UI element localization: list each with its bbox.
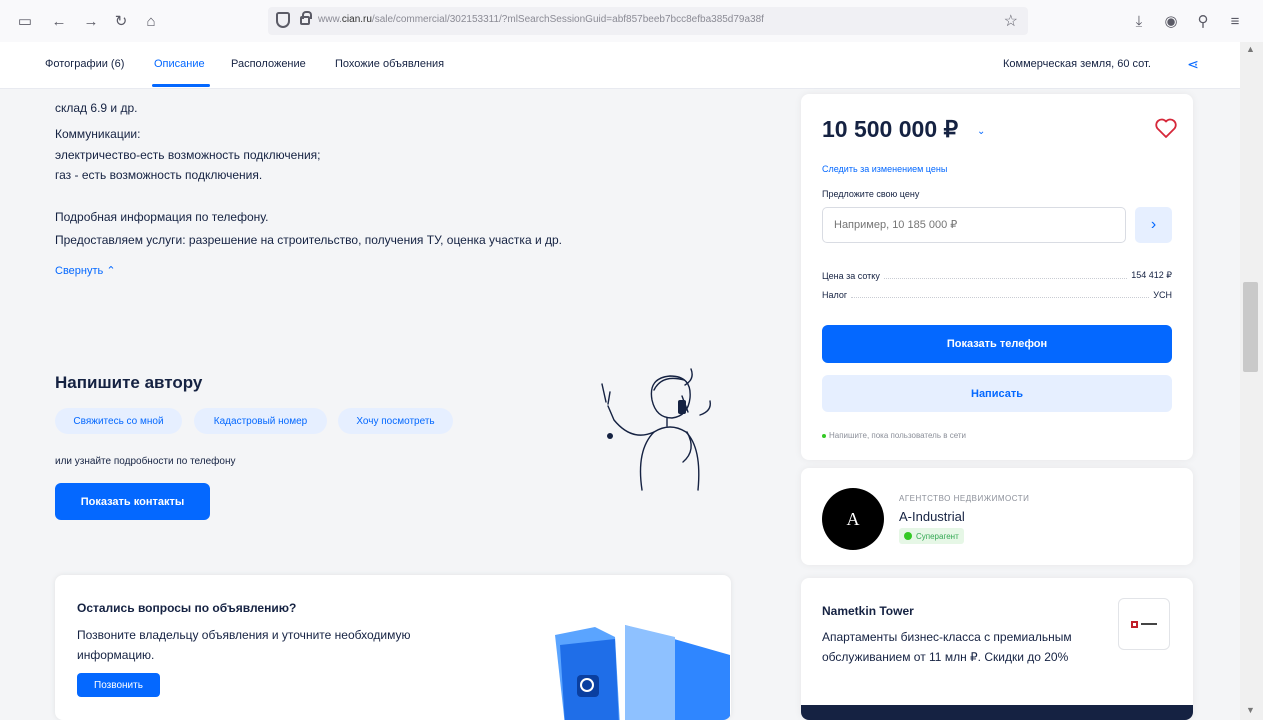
logo-mark (1131, 620, 1138, 628)
shield-icon[interactable] (276, 12, 290, 28)
browser-toolbar: ▭ ← → ↻ ⌂ www.cian.ru/sale/commercial/30… (0, 0, 1263, 43)
lock-icon[interactable] (300, 11, 312, 25)
row-label: Цена за сотку (822, 271, 880, 281)
row-value: 154 412 ₽ (1131, 270, 1172, 280)
offer-price-label: Предложите свою цену (822, 189, 920, 199)
description-line: Предоставляем услуги: разрешение на стро… (55, 233, 562, 247)
share-icon[interactable]: ⋖ (1182, 53, 1204, 75)
price-value: 10 500 000 ₽ (822, 116, 959, 142)
collapse-link[interactable]: Свернуть ⌃ (55, 264, 116, 277)
listing-subnav: Фотографии (6) Описание Расположение Пох… (0, 42, 1240, 89)
forward-icon[interactable]: → (80, 10, 102, 32)
questions-text: Позвоните владельцу объявления и уточнит… (77, 628, 411, 662)
collapse-label: Свернуть (55, 265, 104, 277)
ad-card[interactable]: Nametkin Tower Апартаменты бизнес-класса… (801, 578, 1193, 720)
scroll-down-icon[interactable]: ▼ (1246, 705, 1255, 715)
scrollbar-thumb[interactable] (1243, 282, 1258, 372)
badge-label: Суперагент (916, 531, 959, 541)
back-icon[interactable]: ← (48, 10, 70, 32)
reload-icon[interactable]: ↻ (110, 10, 132, 32)
tab-location[interactable]: Расположение (231, 58, 306, 70)
ad-text: Апартаменты бизнес-класса с премиальным … (822, 630, 1072, 664)
write-message-button[interactable]: Написать (822, 375, 1172, 412)
active-tab-indicator (152, 84, 210, 87)
price-history-chevron-icon[interactable]: ⌄ (977, 126, 985, 137)
superagent-badge: Суперагент (899, 528, 964, 544)
bookmark-star-icon[interactable]: ☆ (1004, 11, 1018, 31)
online-dot-icon (822, 433, 826, 438)
or-phone-text: или узнайте подробности по телефону (55, 456, 236, 467)
description-line: электричество-есть возможность подключен… (55, 148, 321, 162)
account-icon[interactable]: ◉ (1160, 10, 1182, 32)
show-phone-button[interactable]: Показать телефон (822, 325, 1172, 363)
questions-title: Остались вопросы по объявлению? (77, 601, 297, 615)
chevron-up-icon: ⌃ (106, 265, 116, 277)
tab-description[interactable]: Описание (154, 58, 205, 70)
chip-cadastral-number[interactable]: Кадастровый номер (194, 408, 327, 434)
tab-icon[interactable]: ▭ (14, 10, 36, 32)
tax-row: Налог УСН (822, 290, 1172, 300)
heart-icon[interactable] (1154, 116, 1178, 140)
url-text[interactable]: www.cian.ru/sale/commercial/302153311/?m… (318, 14, 878, 25)
dotted-leader (883, 278, 1128, 279)
row-label: Налог (822, 290, 848, 300)
logo-wordmark (1141, 623, 1157, 625)
ad-image-strip (801, 705, 1193, 720)
online-note-text: Напишите, пока пользователь в сети (829, 431, 967, 440)
row-value: УСН (1153, 290, 1172, 300)
description-line: Подробная информация по телефону. (55, 210, 269, 224)
chip-want-to-see[interactable]: Хочу посмотреть (338, 408, 453, 434)
offer-price-input[interactable] (822, 207, 1126, 243)
questions-banner: Остались вопросы по объявлению? Позвонит… (55, 575, 731, 720)
check-circle-icon (904, 532, 912, 540)
home-icon[interactable]: ⌂ (140, 10, 162, 32)
extensions-icon[interactable]: ⚲ (1192, 10, 1214, 32)
agency-card[interactable]: A АГЕНТСТВО НЕДВИЖИМОСТИ A-Industrial Су… (801, 468, 1193, 565)
description-line: газ - есть возможность подключения. (55, 168, 263, 182)
description-line: склад 6.9 и др. (55, 101, 138, 115)
tab-similar[interactable]: Похожие объявления (335, 58, 444, 70)
write-author-title: Напишите автору (55, 373, 203, 392)
tab-photos[interactable]: Фотографии (6) (45, 58, 124, 70)
chevron-right-icon[interactable]: › (1135, 207, 1172, 243)
price-card: 10 500 000 ₽ ⌄ Следить за изменением цен… (801, 94, 1193, 460)
dotted-leader (851, 297, 1150, 298)
agency-logo-icon[interactable]: A (822, 488, 884, 550)
online-note: Напишите, пока пользователь в сети (822, 431, 966, 440)
call-button[interactable]: Позвонить (77, 673, 160, 697)
ad-logo-icon (1118, 598, 1170, 650)
description-line: Коммуникации: (55, 127, 141, 141)
show-contacts-button[interactable]: Показать контакты (55, 483, 210, 520)
download-icon[interactable]: ⤓ (1128, 10, 1150, 32)
page-scrollbar[interactable]: ▲ ▼ (1240, 42, 1263, 720)
menu-icon[interactable]: ≡ (1224, 10, 1246, 32)
folder-search-icon (555, 625, 730, 720)
ad-title[interactable]: Nametkin Tower (822, 604, 914, 618)
address-bar[interactable]: www.cian.ru/sale/commercial/302153311/?m… (268, 7, 1028, 35)
agency-name[interactable]: A-Industrial (899, 509, 965, 524)
chip-contact-me[interactable]: Свяжитесь со мной (55, 408, 182, 434)
scroll-up-icon[interactable]: ▲ (1246, 44, 1255, 54)
listing-short-title: Коммерческая земля, 60 сот. (1003, 58, 1151, 70)
price-per-sotka-row: Цена за сотку 154 412 ₽ (822, 270, 1172, 281)
agency-type: АГЕНТСТВО НЕДВИЖИМОСТИ (899, 494, 1030, 503)
woman-on-phone-illustration (601, 368, 711, 491)
follow-price-link[interactable]: Следить за изменением цены (822, 164, 947, 174)
